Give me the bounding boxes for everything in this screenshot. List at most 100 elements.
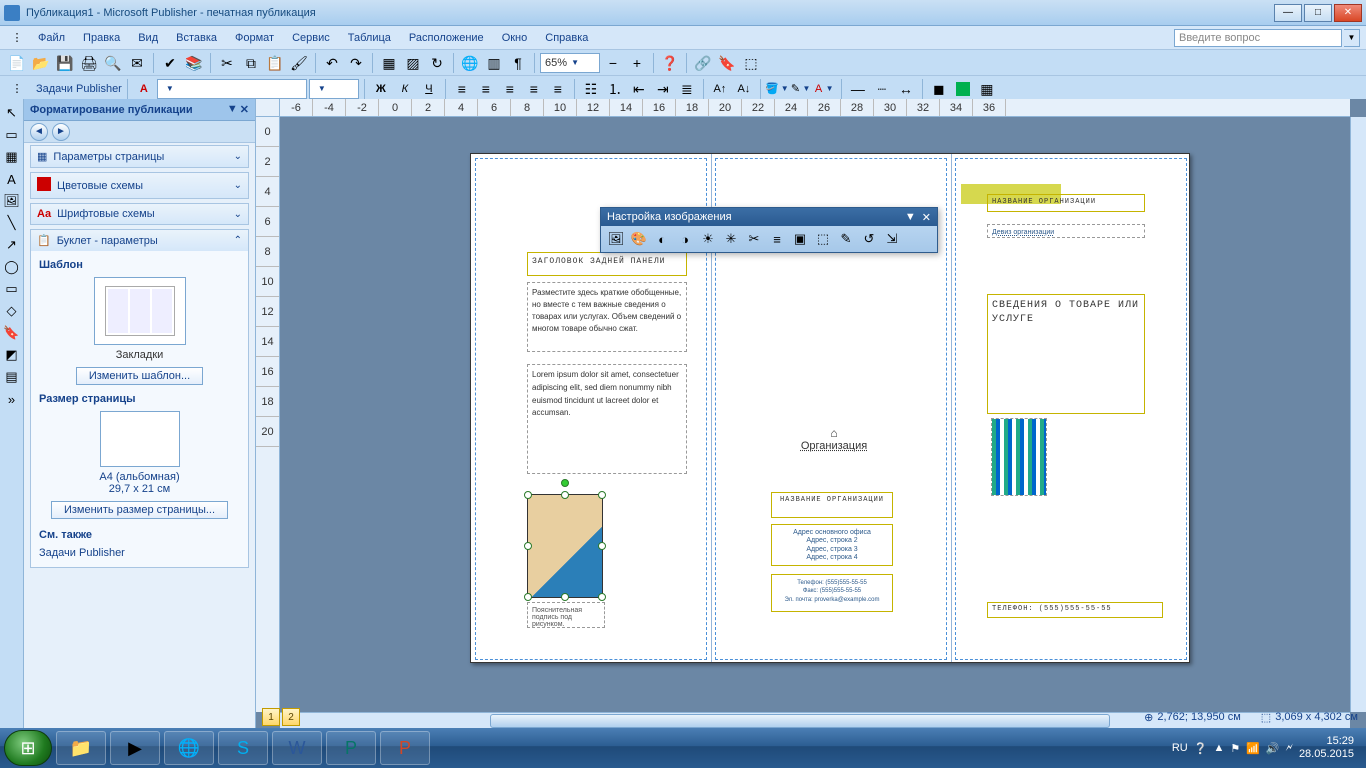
new-button[interactable]: 📄 <box>6 52 28 74</box>
minimize-button[interactable]: — <box>1274 4 1302 22</box>
resize-handle-ne[interactable] <box>598 491 606 499</box>
textbox-tool[interactable]: ▭ <box>2 125 22 145</box>
resize-handle-s[interactable] <box>561 593 569 601</box>
taskpane-close-icon[interactable]: ✕ <box>240 103 249 116</box>
item-library-tool[interactable]: ▤ <box>2 367 22 387</box>
panel3-image-box[interactable] <box>991 418 1047 496</box>
tray-help-icon[interactable]: ❔ <box>1194 742 1208 755</box>
align-right-button[interactable]: ≡ <box>499 78 521 100</box>
bookmark-tool[interactable]: 🔖 <box>2 323 22 343</box>
arrow-style-button[interactable]: ↔ <box>895 78 917 100</box>
menu-arrange[interactable]: Расположение <box>401 30 492 46</box>
reset-picture-button[interactable]: ↺ <box>858 228 880 250</box>
panel2-contact-box[interactable]: Телефон: (555)555-55-55 Факс: (555)555-5… <box>771 574 893 612</box>
taskbar-powerpoint[interactable]: P <box>380 731 430 765</box>
zoom-out-button[interactable]: − <box>602 52 624 74</box>
change-page-size-button[interactable]: Изменить размер страницы... <box>51 501 228 519</box>
columns-button[interactable]: ▥ <box>483 52 505 74</box>
decrease-indent-button[interactable]: ⇤ <box>628 78 650 100</box>
3d-button[interactable] <box>952 78 974 100</box>
save-button[interactable]: 💾 <box>54 52 76 74</box>
taskbar-media-player[interactable]: ▶ <box>110 731 160 765</box>
picture-frame-tool[interactable]: 🖼 <box>2 191 22 211</box>
dash-style-button[interactable]: ┈ <box>871 78 893 100</box>
maximize-button[interactable]: □ <box>1304 4 1332 22</box>
panel1-caption-box[interactable]: Пояснительная подпись под рисунком. <box>527 602 605 628</box>
tray-battery-icon[interactable]: 🗲 <box>1286 742 1293 755</box>
email-button[interactable]: ✉ <box>126 52 148 74</box>
shrink-font-button[interactable]: A↓ <box>733 78 755 100</box>
design-gallery-tool[interactable]: ◩ <box>2 345 22 365</box>
copy-button[interactable]: ⧉ <box>240 52 262 74</box>
align-center-button[interactable]: ≡ <box>475 78 497 100</box>
panel3-org-name-box[interactable]: НАЗВАНИЕ ОРГАНИЗАЦИИ <box>987 194 1145 212</box>
autoshapes-tool[interactable]: ◇ <box>2 301 22 321</box>
start-button[interactable]: ⊞ <box>4 730 52 766</box>
tray-network-icon[interactable]: 📶 <box>1246 742 1260 755</box>
italic-button[interactable]: К <box>394 78 416 100</box>
redo-button[interactable]: ↷ <box>345 52 367 74</box>
print-button[interactable]: 🖨 <box>78 52 100 74</box>
line-tool[interactable]: ╲ <box>2 213 22 233</box>
taskbar-explorer[interactable]: 📁 <box>56 731 106 765</box>
close-button[interactable]: ✕ <box>1334 4 1362 22</box>
panel2-org-name-box[interactable]: НАЗВАНИЕ ОРГАНИЗАЦИИ <box>771 492 893 518</box>
picture-toolbar[interactable]: Настройка изображения ▼ ✕ 🖼 🎨 ◐ ◑ ☀ ✳ ✂ … <box>600 207 938 253</box>
print-preview-button[interactable]: 🔍 <box>102 52 124 74</box>
taskbar-chrome[interactable]: 🌐 <box>164 731 214 765</box>
undo-button[interactable]: ↶ <box>321 52 343 74</box>
panel2-org-label[interactable]: ⌂ Организация <box>789 422 879 452</box>
panel3-slogan-box[interactable]: Девиз организации <box>987 224 1145 238</box>
insert-picture-button[interactable]: 🖼 <box>605 228 627 250</box>
panel3-heading-box[interactable]: СВЕДЕНИЯ О ТОВАРЕ ИЛИ УСЛУГЕ <box>987 294 1145 414</box>
fill-color-button[interactable]: 🪣▼ <box>766 78 788 100</box>
font-size-combo[interactable]: ▼ <box>309 79 359 99</box>
publisher-tasks-link[interactable]: Задачи Publisher <box>39 547 240 559</box>
resize-handle-nw[interactable] <box>524 491 532 499</box>
taskbar-word[interactable]: W <box>272 731 322 765</box>
help-search-dropdown[interactable]: ▼ <box>1344 29 1360 47</box>
vertical-ruler[interactable]: 0246 8101214 161820 <box>256 117 280 712</box>
section-page-options[interactable]: ▦Параметры страницы⌄ <box>30 145 249 168</box>
styles-button[interactable]: A <box>133 78 155 100</box>
special-char-button[interactable]: ¶ <box>507 52 529 74</box>
expand-icon[interactable]: » <box>2 389 22 409</box>
menu-edit[interactable]: Правка <box>75 30 128 46</box>
line-color-button[interactable]: ✎▼ <box>790 78 812 100</box>
menu-format[interactable]: Формат <box>227 30 282 46</box>
picture-toolbar-titlebar[interactable]: Настройка изображения ▼ ✕ <box>601 208 937 226</box>
change-template-button[interactable]: Изменить шаблон... <box>76 367 203 385</box>
send-back-button[interactable]: ▨ <box>402 52 424 74</box>
distribute-button[interactable]: ≡ <box>547 78 569 100</box>
resize-handle-sw[interactable] <box>524 593 532 601</box>
set-transparent-button[interactable]: ✎ <box>835 228 857 250</box>
arrow-tool[interactable]: ↗ <box>2 235 22 255</box>
picture-toolbar-options-icon[interactable]: ▼ <box>905 211 916 223</box>
menu-view[interactable]: Вид <box>130 30 166 46</box>
insert-table-button[interactable]: ▦ <box>976 78 998 100</box>
resize-handle-e[interactable] <box>598 542 606 550</box>
booklet-options-header[interactable]: 📋Буклет - параметры⌃ <box>31 230 248 251</box>
bullets-button[interactable]: ☷ <box>580 78 602 100</box>
open-button[interactable]: 📂 <box>30 52 52 74</box>
tray-volume-icon[interactable]: 🔊 <box>1266 742 1280 755</box>
line-spacing-button[interactable]: ≣ <box>676 78 698 100</box>
justify-button[interactable]: ≡ <box>523 78 545 100</box>
rotate-button[interactable]: ↻ <box>426 52 448 74</box>
panel2-address-box[interactable]: Адрес основного офиса Адрес, строка 2 Ад… <box>771 524 893 566</box>
page-size-thumbnail[interactable] <box>100 411 180 467</box>
text-wrap-button[interactable]: ▣ <box>789 228 811 250</box>
compress-button[interactable]: ⇲ <box>881 228 903 250</box>
menu-help[interactable]: Справка <box>537 30 596 46</box>
font-color-button[interactable]: A▼ <box>814 78 836 100</box>
more-brightness-button[interactable]: ☀ <box>697 228 719 250</box>
menu-tools[interactable]: Сервис <box>284 30 338 46</box>
menu-window[interactable]: Окно <box>494 30 536 46</box>
font-combo[interactable]: ▼ <box>157 79 307 99</box>
selected-image[interactable] <box>527 494 603 598</box>
menu-table[interactable]: Таблица <box>340 30 399 46</box>
publisher-tasks-button[interactable]: Задачи Publisher <box>36 83 122 95</box>
panel1-heading-box[interactable]: ЗАГОЛОВОК ЗАДНЕЙ ПАНЕЛИ <box>527 252 687 276</box>
zoom-combo[interactable]: 65%▼ <box>540 53 600 73</box>
vertical-scrollbar[interactable] <box>1350 117 1366 712</box>
